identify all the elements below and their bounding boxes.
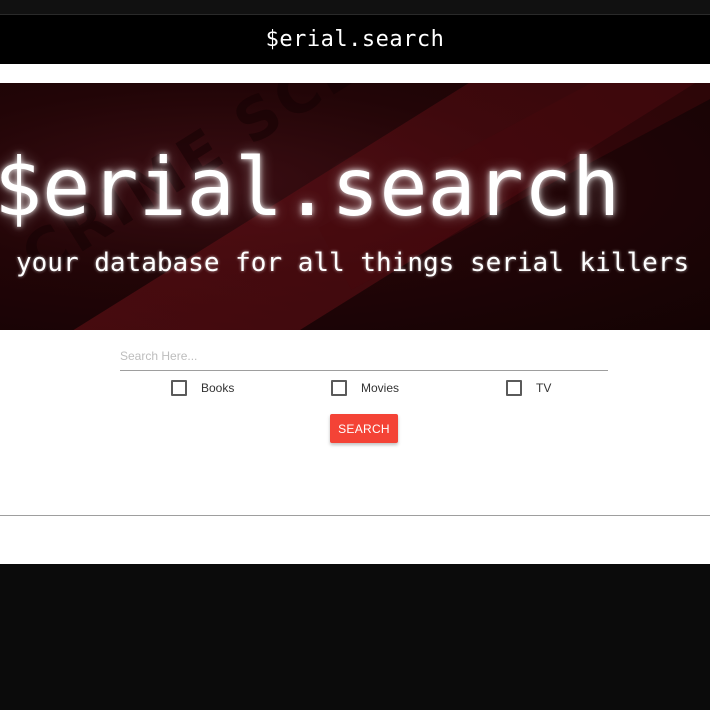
navbar: $erial.search xyxy=(0,15,710,64)
search-button[interactable]: SEARCH xyxy=(330,414,398,443)
filter-movies-label: Movies xyxy=(361,381,400,395)
search-input[interactable] xyxy=(120,342,608,371)
checkbox-movies-box[interactable] xyxy=(331,380,347,396)
filter-movies-checkbox[interactable]: Movies xyxy=(331,380,399,396)
checkbox-tv-box[interactable] xyxy=(506,380,522,396)
checkbox-books-box[interactable] xyxy=(171,380,187,396)
section-divider xyxy=(0,515,710,516)
filter-tv-checkbox[interactable]: TV xyxy=(506,380,551,396)
filter-books-checkbox[interactable]: Books xyxy=(171,380,234,396)
hero-banner: CRIME SCENE DO NOT CROSS $erial.search y… xyxy=(0,83,710,330)
page-footer xyxy=(0,564,710,710)
browser-top-strip xyxy=(0,0,710,15)
brand-logo-link[interactable]: $erial.search xyxy=(266,27,445,52)
hero-title: $erial.search xyxy=(0,141,621,234)
filter-tv-label: TV xyxy=(536,381,552,395)
hero-subtitle: your database for all things serial kill… xyxy=(16,248,690,278)
filter-books-label: Books xyxy=(201,381,235,395)
main-content: CRIME SCENE DO NOT CROSS $erial.search y… xyxy=(0,64,710,564)
